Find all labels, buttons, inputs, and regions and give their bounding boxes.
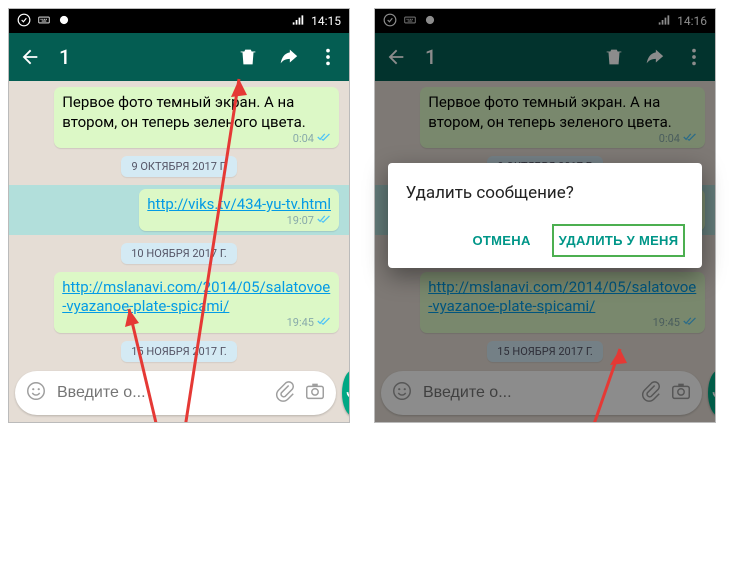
date-chip: 10 НОЯБРЯ 2017 Г. [121, 243, 237, 264]
message-time: 19:07 [287, 214, 314, 227]
attach-icon[interactable] [274, 380, 296, 406]
read-ticks-icon [317, 132, 331, 146]
composer-bar [15, 370, 343, 416]
screenshot-right: 14:16 1 Первое фото темный экран. А на в… [374, 8, 716, 423]
message-time: 19:45 [287, 316, 314, 329]
message-link[interactable]: http://viks.tv/434-yu-tv.html [147, 195, 331, 213]
keyboard-icon [37, 13, 51, 30]
status-bar: 14:15 [9, 9, 349, 33]
selected-row[interactable]: http://viks.tv/434-yu-tv.html 19:07 [9, 185, 349, 235]
delete-dialog: Удалить сообщение? ОТМЕНА УДАЛИТЬ У МЕНЯ [388, 163, 703, 268]
read-ticks-icon [317, 316, 331, 330]
message-text: Первое фото темный экран. А на втором, о… [62, 93, 306, 131]
chat-indicator-icon [57, 13, 71, 30]
date-chip: 15 НОЯБРЯ 2017 Г. [121, 341, 237, 362]
message-bubble[interactable]: http://mslanavi.com/2014/05/salatovoe-vy… [54, 272, 339, 333]
emoji-icon[interactable] [25, 380, 47, 406]
status-time: 14:15 [311, 14, 341, 28]
date-chip: 9 ОКТЯБРЯ 2017 Г. [121, 156, 236, 177]
message-time: 0:04 [293, 132, 314, 145]
delete-for-me-button[interactable]: УДАЛИТЬ У МЕНЯ [553, 225, 685, 256]
overflow-menu-icon[interactable] [317, 46, 339, 68]
modal-overlay[interactable]: Удалить сообщение? ОТМЕНА УДАЛИТЬ У МЕНЯ [375, 9, 715, 422]
read-ticks-icon [317, 214, 331, 228]
composer[interactable] [15, 371, 336, 415]
chat-area: Первое фото темный экран. А на втором, о… [9, 81, 349, 422]
cancel-button[interactable]: ОТМЕНА [467, 225, 537, 256]
signal-icon [291, 13, 305, 30]
status-badge-icon [17, 13, 31, 30]
trash-icon[interactable] [237, 46, 259, 68]
message-bubble[interactable]: Первое фото темный экран. А на втором, о… [54, 87, 339, 148]
selected-count: 1 [59, 45, 70, 69]
mic-button[interactable] [342, 370, 349, 416]
message-link[interactable]: http://mslanavi.com/2014/05/salatovoe-vy… [62, 278, 330, 316]
back-icon[interactable] [19, 46, 41, 68]
screenshot-left: 14:15 1 Первое фото темный экран. А на в… [8, 8, 350, 423]
selection-toolbar: 1 [9, 33, 349, 81]
forward-icon[interactable] [277, 46, 299, 68]
message-bubble-selected[interactable]: http://viks.tv/434-yu-tv.html 19:07 [139, 189, 339, 231]
camera-icon[interactable] [304, 380, 326, 406]
message-input[interactable] [55, 383, 266, 403]
dialog-title: Удалить сообщение? [406, 183, 685, 203]
